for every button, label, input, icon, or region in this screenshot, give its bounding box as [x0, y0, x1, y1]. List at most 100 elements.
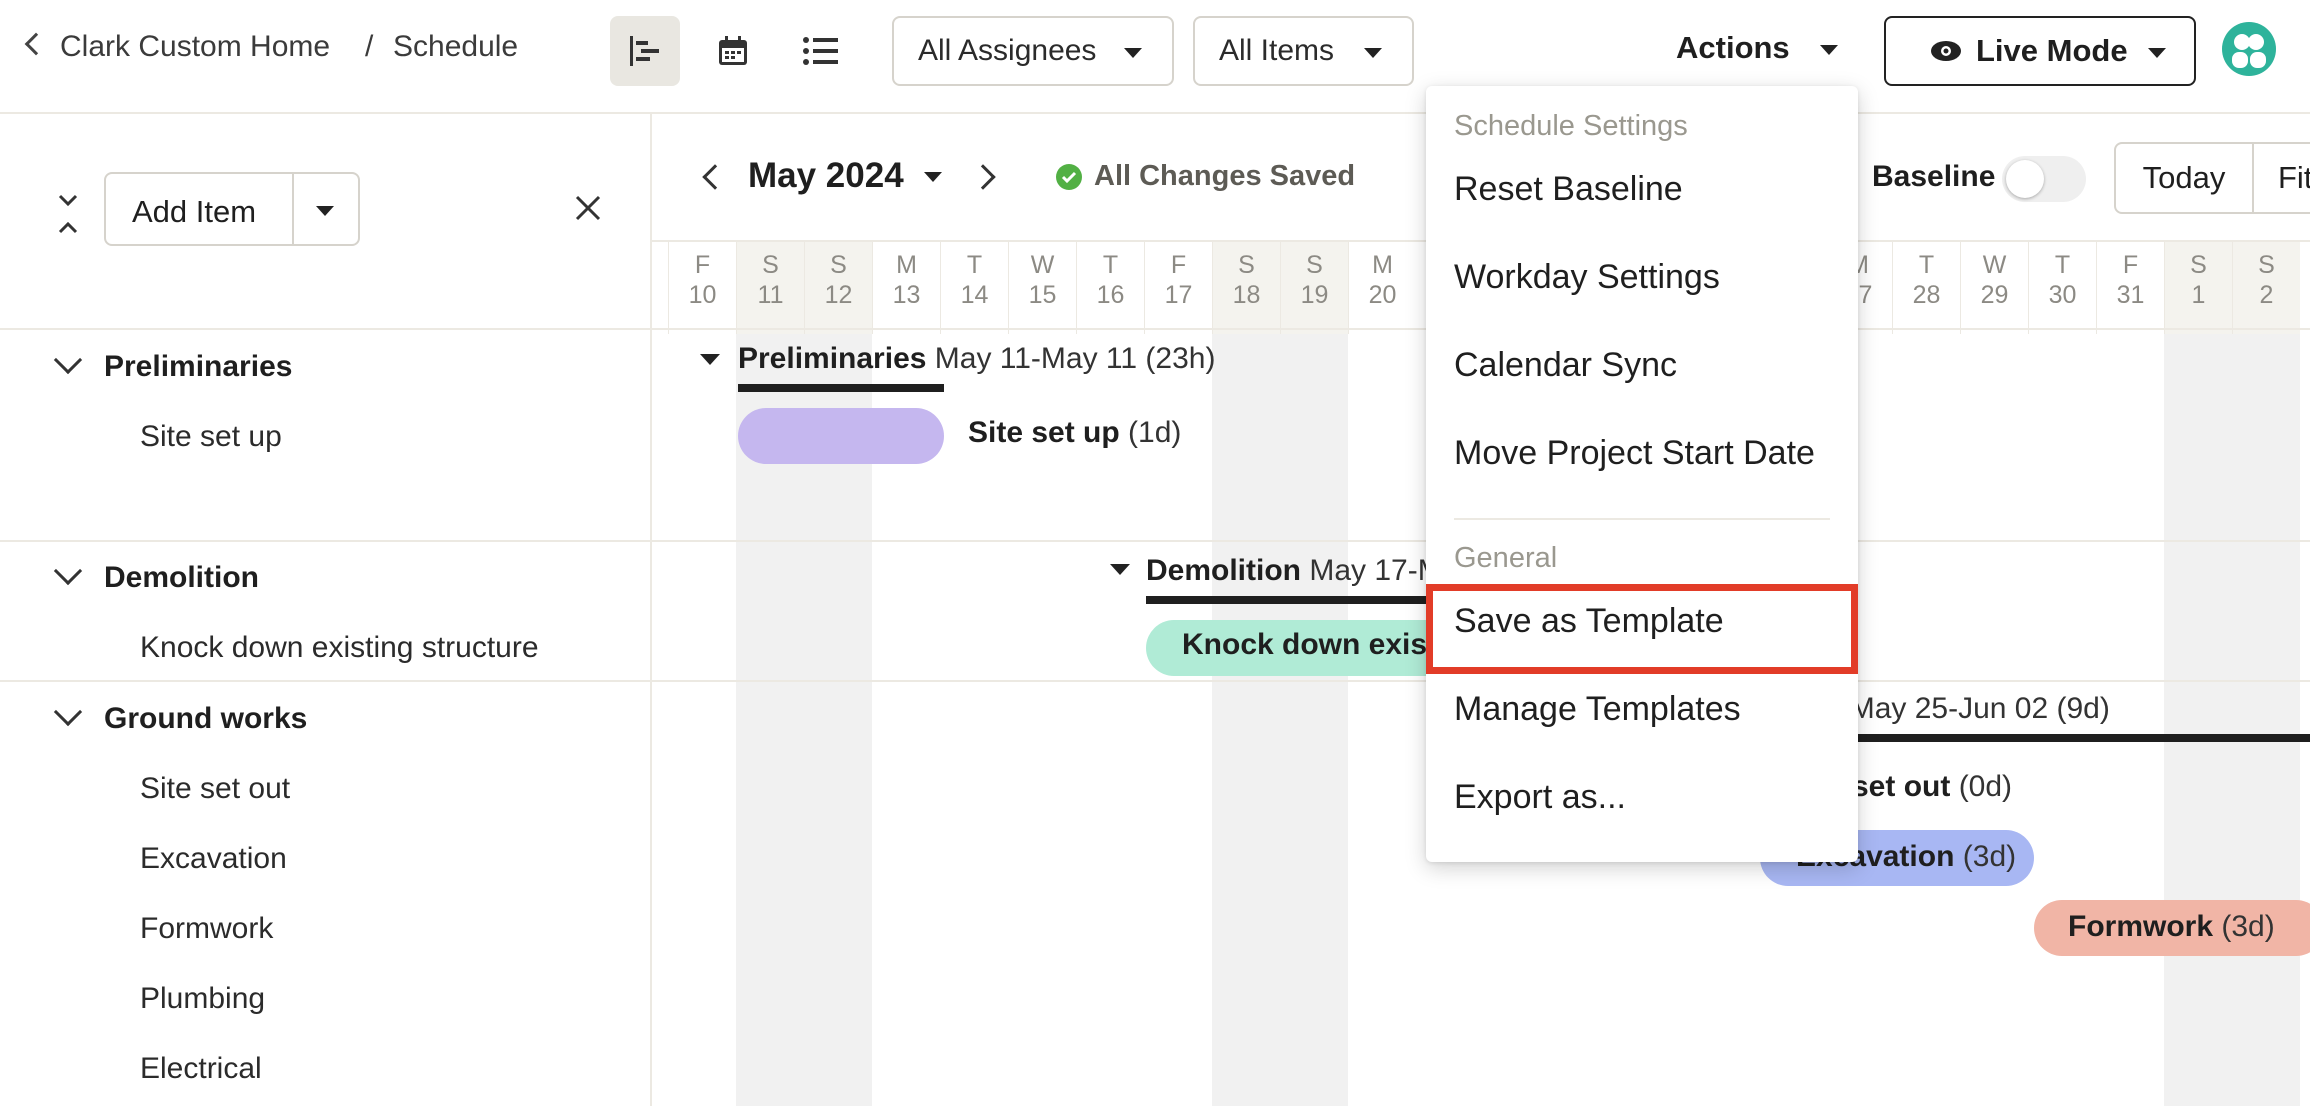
day-column: [2164, 242, 2232, 1106]
day-number: 12: [824, 281, 853, 309]
group-title-preliminaries[interactable]: Preliminaries: [104, 350, 292, 384]
summary-bar[interactable]: [1146, 596, 1446, 604]
day-number: 14: [960, 281, 989, 309]
chevron-down-icon[interactable]: [53, 345, 83, 375]
gantt-ground-range: May 25-Jun 02 (9d): [1849, 692, 2110, 725]
menu-item-reset-baseline[interactable]: Reset Baseline: [1454, 170, 1683, 209]
day-number: 13: [892, 281, 921, 309]
fit-label: Fit: [2278, 160, 2310, 195]
chevron-down-icon[interactable]: [53, 697, 83, 727]
task-site-set-up[interactable]: Site set up: [140, 420, 282, 454]
gantt-site-set-up-dur: (1d): [1128, 416, 1182, 449]
menu-divider: [1454, 518, 1830, 520]
day-header: T 28: [1892, 242, 1960, 334]
chevron-down-icon[interactable]: [53, 556, 83, 586]
day-letter: T: [966, 251, 983, 279]
caret-down-icon: [1124, 48, 1142, 58]
day-header: S 19: [1280, 242, 1348, 334]
toggle-knob: [2006, 160, 2044, 198]
breadcrumb-page: Schedule: [393, 30, 519, 63]
group-title-ground-works[interactable]: Ground works: [104, 702, 307, 736]
divider: [0, 540, 652, 542]
calendar-view-button[interactable]: [698, 16, 768, 86]
day-letter: S: [762, 251, 779, 279]
actions-button[interactable]: Actions: [1676, 30, 1839, 66]
menu-item-manage-templates[interactable]: Manage Templates: [1454, 690, 1741, 729]
day-letter: S: [2258, 251, 2275, 279]
top-bar: Clark Custom Home / Schedule All Assigne…: [0, 0, 2310, 114]
today-button[interactable]: Today: [2114, 142, 2254, 214]
caret-down-icon: [1364, 48, 1382, 58]
gantt-setout-name: set out: [1852, 770, 1951, 803]
day-header: M 20: [1348, 242, 1416, 334]
summary-bar[interactable]: [1802, 734, 2310, 742]
menu-item-workday-settings[interactable]: Workday Settings: [1454, 258, 1720, 297]
day-letter: F: [1170, 251, 1187, 279]
items-filter-label: All Items: [1219, 34, 1335, 67]
task-electrical[interactable]: Electrical: [140, 1052, 262, 1086]
menu-section-general: General: [1454, 542, 1558, 574]
task-formwork[interactable]: Formwork: [140, 912, 273, 946]
calendar-view-icon: [719, 36, 747, 65]
caret-down-icon[interactable]: [1110, 564, 1130, 575]
baseline-toggle[interactable]: [2002, 156, 2086, 202]
assignees-filter[interactable]: All Assignees: [892, 16, 1174, 86]
day-header: T 16: [1076, 242, 1144, 334]
gantt-knock-label: Knock down exist: [1182, 628, 1438, 661]
day-column: [2232, 242, 2300, 1106]
day-column: [2028, 242, 2096, 1106]
day-letter: F: [2122, 251, 2139, 279]
day-letter: M: [1372, 251, 1393, 279]
day-letter: F: [694, 251, 711, 279]
menu-item-calendar-sync[interactable]: Calendar Sync: [1454, 346, 1677, 385]
next-month-icon[interactable]: [970, 164, 996, 190]
day-letter: W: [1030, 251, 1055, 279]
day-header: F 17: [1144, 242, 1212, 334]
month-label[interactable]: May 2024: [748, 156, 904, 196]
collapse-all-icon[interactable]: [56, 192, 80, 236]
close-icon[interactable]: [574, 194, 602, 222]
caret-down-icon[interactable]: [700, 354, 720, 365]
day-header: S 11: [736, 242, 804, 334]
fit-button[interactable]: Fit: [2252, 142, 2310, 214]
avatar[interactable]: [2222, 22, 2276, 76]
gantt-demo-range: May 17-M: [1309, 554, 1443, 587]
gantt-demo-name: Demolition: [1146, 554, 1301, 587]
task-bar-site-set-up[interactable]: [738, 408, 944, 464]
actions-menu: Schedule Settings Reset Baseline Workday…: [1426, 86, 1858, 862]
day-number: 18: [1232, 281, 1261, 309]
saved-status: All Changes Saved: [1094, 160, 1356, 192]
assignees-filter-label: All Assignees: [918, 34, 1097, 67]
day-letter: M: [896, 251, 917, 279]
gantt-view-button[interactable]: [610, 16, 680, 86]
menu-item-export-as[interactable]: Export as...: [1454, 778, 1626, 817]
divider: [0, 328, 652, 330]
task-site-set-out[interactable]: Site set out: [140, 772, 290, 806]
day-header: T 30: [2028, 242, 2096, 334]
day-header: S 12: [804, 242, 872, 334]
group-title-demolition[interactable]: Demolition: [104, 561, 259, 595]
breadcrumb-project[interactable]: Clark Custom Home: [60, 30, 330, 64]
day-letter: W: [1982, 251, 2007, 279]
day-number: 30: [2048, 281, 2077, 309]
task-plumbing[interactable]: Plumbing: [140, 982, 265, 1016]
task-excavation[interactable]: Excavation: [140, 842, 287, 876]
day-number: 17: [1164, 281, 1193, 309]
day-letter: T: [1918, 251, 1935, 279]
menu-item-move-start-date[interactable]: Move Project Start Date: [1454, 434, 1815, 473]
summary-bar[interactable]: [738, 384, 944, 392]
list-view-button[interactable]: [786, 16, 856, 86]
check-circle-icon: [1056, 164, 1082, 190]
day-header: F 31: [2096, 242, 2164, 334]
divider: [0, 680, 652, 682]
caret-down-icon[interactable]: [316, 206, 334, 216]
items-filter[interactable]: All Items: [1193, 16, 1414, 86]
live-mode-button[interactable]: Live Mode: [1884, 16, 2196, 86]
caret-down-icon[interactable]: [924, 172, 942, 182]
add-item-button[interactable]: Add Item: [104, 172, 360, 246]
task-knock-down[interactable]: Knock down existing structure: [140, 631, 539, 665]
prev-month-icon[interactable]: [702, 164, 728, 190]
day-letter: S: [2190, 251, 2207, 279]
back-chevron-icon[interactable]: [24, 32, 48, 56]
gantt-excavation-dur: (3d): [1962, 840, 2017, 873]
